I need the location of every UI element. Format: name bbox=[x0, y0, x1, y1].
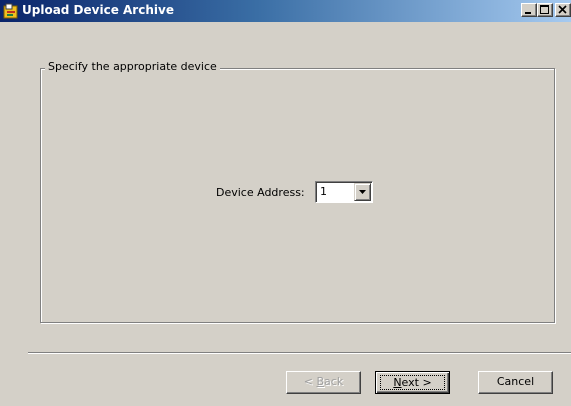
next-rest: ext > bbox=[401, 376, 432, 389]
maximize-icon bbox=[540, 5, 549, 14]
upload-device-archive-window: Upload Device Archive Specify the approp… bbox=[0, 0, 571, 406]
back-rest: ack bbox=[324, 375, 344, 388]
dropdown-button[interactable] bbox=[354, 183, 371, 201]
chevron-down-icon bbox=[359, 190, 366, 194]
device-address-value: 1 bbox=[320, 185, 327, 198]
minimize-button[interactable] bbox=[521, 3, 537, 17]
back-button[interactable]: < Back bbox=[286, 371, 361, 394]
group-legend: Specify the appropriate device bbox=[45, 60, 220, 73]
wizard-app-icon bbox=[3, 3, 18, 19]
focus-rectangle: Next > bbox=[380, 375, 445, 390]
footer-separator bbox=[28, 352, 571, 354]
device-address-label: Device Address: bbox=[216, 186, 305, 199]
close-button[interactable] bbox=[555, 3, 571, 17]
back-prefix: < bbox=[303, 375, 317, 388]
minimize-icon bbox=[525, 12, 531, 14]
next-mnemonic: N bbox=[393, 376, 402, 389]
next-button[interactable]: Next > bbox=[375, 371, 450, 394]
close-icon bbox=[558, 5, 567, 14]
device-address-combobox[interactable]: 1 bbox=[315, 181, 373, 203]
maximize-button[interactable] bbox=[537, 3, 553, 17]
window-title: Upload Device Archive bbox=[22, 3, 174, 17]
cancel-button[interactable]: Cancel bbox=[478, 371, 553, 394]
back-mnemonic: B bbox=[316, 375, 325, 388]
title-bar[interactable]: Upload Device Archive bbox=[0, 0, 571, 22]
